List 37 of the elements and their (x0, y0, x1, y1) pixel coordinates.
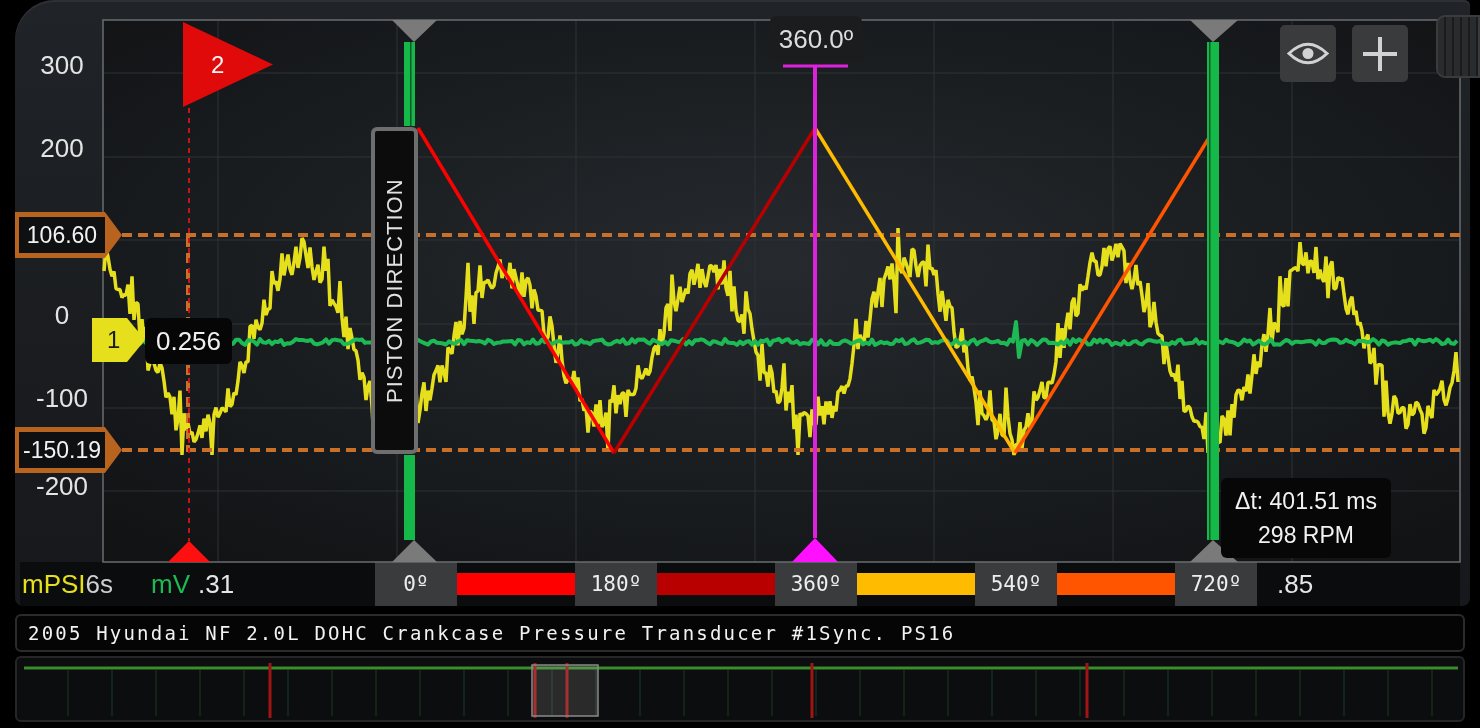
y-axis-label: -100 (34, 383, 89, 413)
piston-direction-label: PISTON DIRECTION (371, 127, 418, 454)
time-axis-label: 6s (85, 569, 114, 599)
y-axis-label: 0 (53, 300, 71, 330)
event-marker (533, 663, 537, 718)
event-marker (810, 663, 814, 718)
add-button[interactable] (1352, 25, 1408, 82)
eye-icon (1287, 41, 1329, 66)
drawer-handle[interactable] (1436, 15, 1480, 78)
crank-angle-label: 180º (575, 562, 657, 606)
time-axis-label: .31 (198, 569, 235, 599)
crank-angle-label: 540º (975, 562, 1057, 606)
crank-angle-label: 0º (375, 562, 457, 606)
visibility-button[interactable] (1280, 25, 1336, 82)
value-readout: 0.256 (145, 318, 232, 364)
channel-unit: mPSI (22, 569, 86, 599)
readout-text: Δt: 401.51 ms (1235, 487, 1377, 516)
angle-cursor-line[interactable] (783, 64, 848, 538)
trace-title: 2005 Hyundai NF 2.0L DOHC Crankcase Pressure Transducer #1Sync. PS16 (15, 614, 1465, 652)
reference-level-tab[interactable]: 106.60 (15, 212, 122, 258)
crank-angle-label: 360º (775, 562, 857, 606)
cursor-handle-icon[interactable] (392, 20, 437, 42)
event-marker (1085, 663, 1089, 718)
y-axis-label: 300 (39, 50, 85, 80)
time-axis-label: .85 (1277, 569, 1314, 599)
angle-readout: 360.0º (770, 16, 862, 62)
readout-text: 298 RPM (1258, 521, 1354, 550)
y-axis-label: -200 (34, 471, 89, 501)
overview-viewport[interactable] (531, 664, 599, 717)
reference-level-tab[interactable]: -150.19 (15, 427, 122, 473)
crank-angle-label: 720º (1175, 562, 1257, 606)
channel-unit: mV (151, 569, 191, 599)
cursor-handle-icon[interactable] (1190, 20, 1238, 42)
y-axis-label: 200 (39, 133, 85, 163)
event-marker (565, 663, 569, 718)
event-marker (268, 663, 272, 718)
plus-icon (1363, 36, 1397, 71)
